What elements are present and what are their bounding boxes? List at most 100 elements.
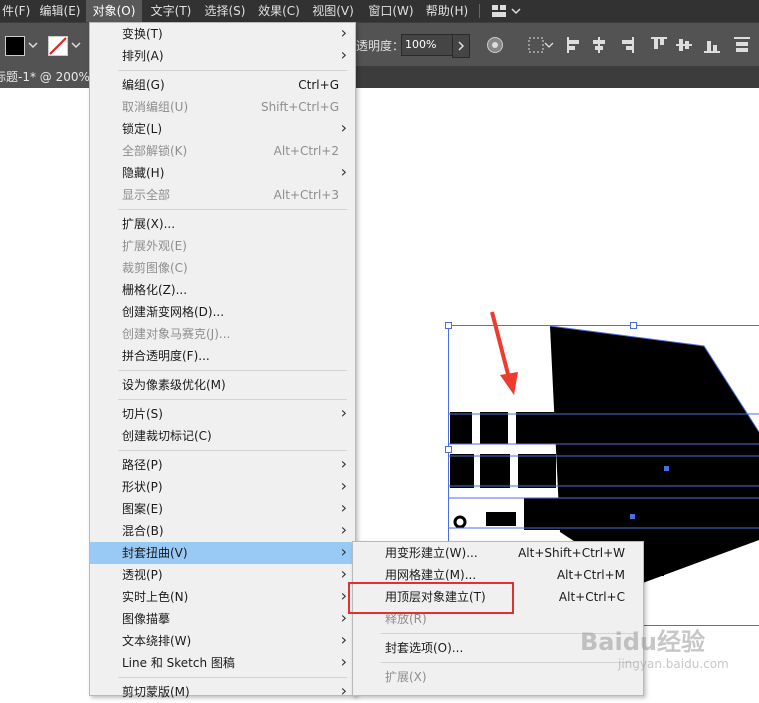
chevron-right-icon: › [341,680,347,702]
menu-item-封套扭曲-v[interactable]: 封套扭曲(V)› [90,542,355,564]
chevron-right-icon: › [341,22,347,44]
menu-item-label: 路径(P) [122,454,163,476]
menu-view[interactable]: 视图(V) [308,0,358,22]
center-point [664,466,669,471]
menu-effect[interactable]: 效果(C) [254,0,304,22]
menu-item-混合-b[interactable]: 混合(B)› [90,520,355,542]
anchor-point [630,514,635,519]
menu-item-label: 图像描摹 [122,608,170,630]
menu-item-label: 扩展(X)... [122,213,175,235]
menu-item-扩展-x[interactable]: 扩展(X)... [90,213,355,235]
menu-item-实时上色-n[interactable]: 实时上色(N) › [90,586,355,608]
menu-item-锁定-l[interactable]: 锁定(L)› [90,118,355,140]
recolor-icon[interactable] [486,36,504,54]
align-vertical-icons[interactable] [650,36,750,54]
menu-item-label: 裁剪图像(C) [122,257,188,279]
menu-item-line-和-sketch-图稿[interactable]: Line 和 Sketch 图稿› [90,652,355,674]
menu-window[interactable]: 窗口(W) [364,0,418,22]
menu-item-label: 混合(B) [122,520,164,542]
menu-file[interactable]: 件(F) [0,0,34,22]
menu-item-label: 实时上色(N) [122,586,188,608]
menu-item-变换-t[interactable]: 变换(T)› [90,23,355,45]
menu-item-创建裁切标记-c[interactable]: 创建裁切标记(C) [90,425,355,447]
menu-item-路径-p[interactable]: 路径(P) › [90,454,355,476]
menu-item-图像描摹[interactable]: 图像描摹 › [90,608,355,630]
chevron-right-icon: › [341,161,347,183]
menu-item-label: Line 和 Sketch 图稿 [122,652,235,674]
menu-item-设为像素级优化-m[interactable]: 设为像素级优化(M) [90,374,355,396]
menu-item-剪切蒙版-m[interactable]: 剪切蒙版(M) › [90,681,355,703]
menu-item-label: 设为像素级优化(M) [122,374,226,396]
menu-item-用顶层对象建立-t[interactable]: 用顶层对象建立(T)Alt+Ctrl+C [353,586,643,608]
menu-item-label: 全部解锁(K) [122,140,187,162]
menu-item-label: 用网格建立(M)... [385,564,476,586]
menu-separator [118,450,347,451]
workspace-switcher-icon[interactable] [492,5,522,17]
menu-item-隐藏-h[interactable]: 隐藏(H) › [90,162,355,184]
menu-item-label: 排列(A) [122,45,164,67]
menu-item-全部解锁-k: 全部解锁(K)Alt+Ctrl+2 [90,140,355,162]
menu-separator [118,70,347,71]
menu-item-拼合透明度-f[interactable]: 拼合透明度(F)... [90,345,355,367]
chevron-right-icon: › [341,607,347,629]
menu-type[interactable]: 文字(T) [146,0,196,22]
menu-item-label: 释放(R) [385,608,427,630]
menu-item-栅格化-z[interactable]: 栅格化(Z)... [90,279,355,301]
menu-item-label: 封套选项(O)... [385,637,463,659]
fill-swatch[interactable] [5,36,25,56]
menu-item-label: 创建渐变网格(D)... [122,301,224,323]
chevron-down-icon[interactable] [71,39,81,49]
stroke-swatch[interactable] [48,36,68,56]
chevron-right-icon: › [341,585,347,607]
chevron-right-icon: › [341,117,347,139]
menu-separator [118,370,347,371]
chevron-right-icon: › [341,497,347,519]
menu-item-label: 透视(P) [122,564,163,586]
align-to-icon[interactable] [528,36,554,54]
watermark-brand: Baidu经验 [580,622,750,657]
menu-edit[interactable]: 编辑(E) [36,0,84,22]
menu-item-label: 创建对象马赛克(J)... [122,323,230,345]
chevron-down-icon[interactable] [28,39,38,49]
chevron-right-icon: › [341,475,347,497]
menu-item-shortcut: Shift+Ctrl+G [261,96,339,118]
menu-item-shortcut: Ctrl+G [298,74,339,96]
menu-item-用网格建立-m[interactable]: 用网格建立(M)...Alt+Ctrl+M [353,564,643,586]
menu-object[interactable]: 对象(O) [86,0,142,22]
menu-separator [118,399,347,400]
opacity-input[interactable]: 100% [401,34,456,56]
menu-item-label: 扩展(X) [385,666,427,688]
menu-item-透视-p[interactable]: 透视(P) › [90,564,355,586]
document-tab[interactable]: 标题-1* @ 200% [0,66,96,88]
menu-item-label: 用变形建立(W)... [385,542,478,564]
menu-item-编组-g[interactable]: 编组(G) Ctrl+G [90,74,355,96]
watermark: Baidu经验 jingyan.baidu.com [580,622,750,682]
chevron-right-icon: › [341,453,347,475]
menu-item-label: 栅格化(Z)... [122,279,187,301]
menu-item-label: 编组(G) [122,74,165,96]
menu-item-扩展外观-e: 扩展外观(E) [90,235,355,257]
opacity-dropdown-button[interactable] [452,34,470,58]
menu-item-label: 封套扭曲(V) [122,542,188,564]
menu-item-图案-e[interactable]: 图案(E) › [90,498,355,520]
menu-select[interactable]: 选择(S) [200,0,250,22]
menu-item-label: 隐藏(H) [122,162,164,184]
menu-item-排列-a[interactable]: 排列(A) › [90,45,355,67]
menu-item-切片-s[interactable]: 切片(S)› [90,403,355,425]
menu-item-label: 切片(S) [122,403,163,425]
menu-item-label: 拼合透明度(F)... [122,345,210,367]
menu-item-label: 图案(E) [122,498,163,520]
menu-item-用变形建立-w[interactable]: 用变形建立(W)...Alt+Shift+Ctrl+W [353,542,643,564]
menu-item-创建渐变网格-d[interactable]: 创建渐变网格(D)... [90,301,355,323]
align-horizontal-icons[interactable] [566,36,636,54]
opacity-label: 透明度： [356,37,404,54]
menu-item-文本绕排-w[interactable]: 文本绕排(W)› [90,630,355,652]
chevron-right-icon: › [341,629,347,651]
chevron-right-icon: › [341,44,347,66]
menu-help[interactable]: 帮助(H) [422,0,472,22]
menu-item-label: 剪切蒙版(M) [122,681,190,703]
menu-item-label: 扩展外观(E) [122,235,187,257]
menu-item-创建对象马赛克-j: 创建对象马赛克(J)... [90,323,355,345]
menu-item-形状-p[interactable]: 形状(P)› [90,476,355,498]
chevron-right-icon: › [341,563,347,585]
